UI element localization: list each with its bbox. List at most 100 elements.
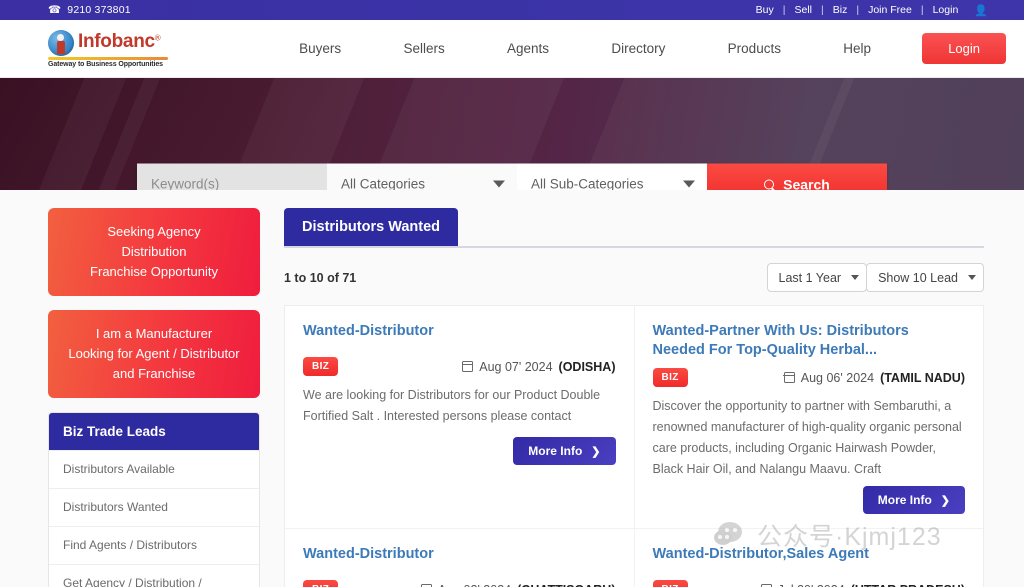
filter-selects: Last 1 Year Show 10 Lead	[766, 263, 984, 292]
lead-title[interactable]: Wanted-Distributor,Sales Agent	[653, 545, 966, 564]
more-info-label: More Info	[877, 493, 932, 507]
topbar-link-join-free[interactable]: Join Free	[859, 4, 921, 16]
chevron-down-icon	[968, 275, 976, 280]
lead-meta: BIZ Aug 07' 2024 (ODISHA)	[303, 357, 616, 376]
category-select-value: All Categories	[341, 176, 426, 191]
lead-title[interactable]: Wanted-Partner With Us: Distributors Nee…	[653, 322, 966, 360]
topbar-separator: |	[821, 4, 824, 16]
topbar-link-buy[interactable]: Buy	[747, 4, 783, 16]
category-select[interactable]: All Categories	[327, 163, 517, 191]
sidebar-item-get-agency[interactable]: Get Agency / Distribution / Franchise	[49, 564, 259, 587]
logo-wordmark: Infobanc	[78, 30, 155, 52]
promo-manufacturer[interactable]: I am a Manufacturer Looking for Agent / …	[48, 310, 260, 398]
status-badge: BIZ	[303, 357, 339, 376]
globe-person-icon	[48, 29, 74, 56]
topbar-separator: |	[920, 4, 924, 16]
phone-number-label: 9210 373801	[67, 4, 131, 16]
status-badge: BIZ	[652, 368, 688, 387]
more-info-button[interactable]: More Info ❯	[862, 486, 965, 514]
tab-bar: Distributors Wanted	[284, 208, 984, 248]
lead-date: Jul 30' 2024	[778, 583, 845, 587]
lead-date: Aug 06' 2024	[800, 370, 875, 385]
top-utility-bar: ☎ 9210 373801 Buy | Sell | Biz | Join Fr…	[0, 0, 1024, 20]
promo-seeking-agency[interactable]: Seeking Agency Distribution Franchise Op…	[48, 208, 260, 296]
logo-underline-decoration	[48, 56, 168, 60]
lead-state: (ODISHA)	[558, 359, 616, 374]
lead-meta: BIZ Jul 30' 2024 (UTTAR PRADESH)	[652, 580, 965, 587]
nav-item-directory[interactable]: Directory	[611, 41, 665, 56]
lead-state: (CHATTISGARH)	[517, 583, 615, 587]
topbar-link-login[interactable]: Login	[924, 4, 968, 16]
login-button[interactable]: Login	[922, 33, 1006, 64]
registered-mark: ®	[154, 33, 161, 43]
site-logo[interactable]: Infobanc® Gateway to Business Opportunit…	[18, 29, 233, 68]
calendar-icon	[783, 372, 795, 383]
status-badge: BIZ	[652, 580, 688, 587]
status-badge: BIZ	[303, 580, 339, 587]
site-header: Infobanc® Gateway to Business Opportunit…	[0, 20, 1024, 78]
topbar-link-sell[interactable]: Sell	[786, 4, 822, 16]
table-row[interactable]: Wanted-Distributor,Sales Agent BIZ Jul 3…	[634, 529, 983, 587]
chevron-down-icon	[493, 180, 505, 188]
nav-item-buyers[interactable]: Buyers	[299, 41, 341, 56]
logo-text-block: Infobanc®	[78, 30, 161, 54]
table-row[interactable]: Wanted-Distributor BIZ Aug 07' 2024 (ODI…	[285, 306, 634, 528]
main-content: Distributors Wanted 1 to 10 of 71 Last 1…	[284, 208, 984, 587]
search-bar: Keyword(s) All Categories All Sub-Catego…	[137, 163, 887, 191]
lead-date-location: Aug 07' 2024 (ODISHA)	[461, 359, 616, 374]
topbar-separator: |	[856, 4, 860, 16]
chevron-down-icon	[851, 275, 860, 280]
search-input[interactable]: Keyword(s)	[137, 163, 327, 191]
tab-distributors-wanted[interactable]: Distributors Wanted	[284, 208, 459, 246]
lead-date-location: Aug 06' 2024 (TAMIL NADU)	[783, 370, 965, 385]
logo-tagline: Gateway to Business Opportunities	[48, 60, 163, 68]
nav-item-sellers[interactable]: Sellers	[403, 41, 444, 56]
search-button[interactable]: Search	[707, 163, 887, 190]
topbar-separator: |	[782, 4, 786, 16]
topbar-link-biz[interactable]: Biz	[824, 4, 857, 16]
lead-meta: BIZ Aug 06' 2024 (TAMIL NADU)	[652, 368, 965, 387]
nav-item-help[interactable]: Help	[843, 41, 871, 56]
show-count-select[interactable]: Show 10 Lead	[866, 263, 984, 292]
page-body: Seeking Agency Distribution Franchise Op…	[0, 190, 1024, 587]
lead-title[interactable]: Wanted-Distributor	[303, 545, 616, 564]
subcategory-select[interactable]: All Sub-Categories	[517, 163, 707, 191]
more-info-button[interactable]: More Info ❯	[513, 437, 616, 465]
chevron-right-icon: ❯	[940, 494, 950, 507]
search-input-placeholder: Keyword(s)	[151, 176, 220, 191]
lead-meta: BIZ Aug 02' 2024 (CHATTISGARH)	[303, 580, 616, 587]
phone-number[interactable]: ☎ 9210 373801	[48, 4, 131, 16]
calendar-icon	[461, 361, 474, 372]
topbar-links: Buy | Sell | Biz | Join Free | Login 👤	[747, 4, 988, 17]
hero-banner: Keyword(s) All Categories All Sub-Catego…	[0, 78, 1024, 190]
filter-row: 1 to 10 of 71 Last 1 Year Show 10 Lead	[284, 248, 984, 305]
lead-description: We are looking for Distributors for our …	[303, 388, 601, 423]
search-icon	[764, 179, 775, 189]
show-count-select-value: Show 10 Lead	[878, 270, 958, 285]
logo-row: Infobanc®	[48, 29, 161, 56]
table-row[interactable]: Wanted-Distributor BIZ Aug 02' 2024 (CHA…	[285, 529, 634, 587]
sidebar-item-find-agents[interactable]: Find Agents / Distributors	[49, 526, 259, 564]
nav-item-products[interactable]: Products	[728, 41, 781, 56]
lead-state: (UTTAR PRADESH)	[851, 583, 965, 587]
sidebar-item-distributors-available[interactable]: Distributors Available	[49, 450, 259, 488]
nav-item-agents[interactable]: Agents	[507, 41, 549, 56]
lead-date: Aug 02' 2024	[438, 583, 511, 587]
lead-date-location: Aug 02' 2024 (CHATTISGARH)	[420, 583, 616, 587]
subcategory-select-value: All Sub-Categories	[531, 176, 644, 191]
period-select[interactable]: Last 1 Year	[766, 263, 868, 292]
biz-trade-leads-panel: Biz Trade Leads Distributors Available D…	[48, 412, 260, 587]
lead-card-grid: Wanted-Distributor BIZ Aug 07' 2024 (ODI…	[284, 305, 984, 587]
result-count: 1 to 10 of 71	[284, 270, 357, 285]
chevron-down-icon	[683, 180, 695, 188]
lead-state: (TAMIL NADU)	[880, 370, 965, 385]
period-select-value: Last 1 Year	[778, 270, 842, 285]
search-button-label: Search	[783, 176, 830, 190]
main-navigation: Buyers Sellers Agents Directory Products…	[233, 41, 922, 56]
lead-title[interactable]: Wanted-Distributor	[303, 322, 616, 341]
sidebar-item-distributors-wanted[interactable]: Distributors Wanted	[49, 488, 259, 526]
more-info-label: More Info	[528, 444, 583, 458]
user-icon[interactable]: 👤	[974, 4, 988, 17]
lead-date-location: Jul 30' 2024 (UTTAR PRADESH)	[760, 583, 965, 587]
table-row[interactable]: Wanted-Partner With Us: Distributors Nee…	[634, 306, 983, 528]
